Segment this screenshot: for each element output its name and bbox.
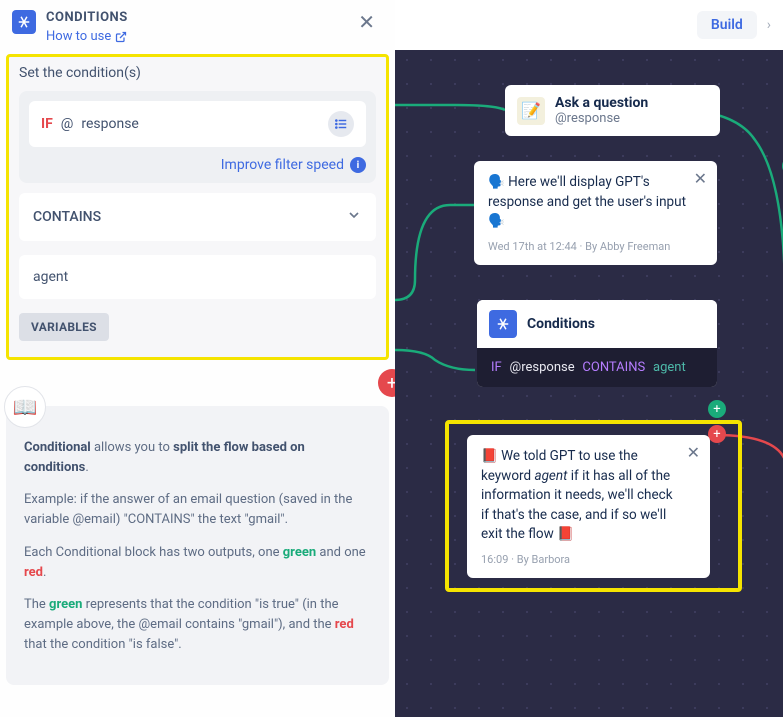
comment-node-1[interactable]: ✕ 🗣️ Here we'll display GPT's response a…: [474, 161, 717, 265]
comment-node-2[interactable]: ✕ 📕 We told GPT to use the keyword agent…: [467, 435, 710, 578]
chevron-down-icon: [346, 207, 362, 227]
close-icon[interactable]: ✕: [687, 443, 700, 462]
connector-plus-green-2[interactable]: +: [708, 400, 726, 418]
conditions-node-title: Conditions: [527, 316, 595, 332]
if-variable-row[interactable]: IF @ response: [29, 101, 366, 147]
book-icon: 📖: [4, 386, 46, 428]
close-button[interactable]: ✕: [354, 10, 379, 34]
panel-header: CONDITIONS How to use ✕: [0, 0, 395, 54]
sidebar: CONDITIONS How to use ✕ Set the conditio…: [0, 0, 395, 717]
top-toolbar: Build ›: [395, 0, 783, 50]
panel-title: CONDITIONS: [46, 10, 344, 25]
build-button[interactable]: Build: [697, 11, 757, 39]
conditions-icon: [12, 10, 36, 34]
chevron-right-icon[interactable]: ›: [767, 17, 771, 33]
ask-node-title: Ask a question: [555, 95, 708, 111]
list-icon: [334, 117, 348, 131]
comment-1-meta: Wed 17th at 12:44 · By Abby Freeman: [488, 240, 703, 253]
improve-filter-label: Improve filter speed: [221, 157, 344, 173]
help-red-1: red: [24, 565, 43, 580]
code-if: IF: [491, 360, 502, 375]
help-green-1: green: [283, 545, 316, 560]
value-input[interactable]: agent: [19, 255, 376, 299]
variables-button[interactable]: VARIABLES: [19, 313, 109, 341]
operator-select[interactable]: CONTAINS: [19, 193, 376, 241]
help-green-2: green: [49, 597, 82, 612]
if-group: IF @ response Improve filter speed i: [19, 91, 376, 183]
how-to-use-label: How to use: [46, 29, 111, 44]
ask-node-subtitle: @response: [555, 111, 708, 126]
help-panel: Conditional allows you to split the flow…: [6, 406, 389, 685]
info-icon: i: [350, 157, 366, 173]
value-text: agent: [33, 269, 68, 285]
at-symbol: @: [61, 116, 74, 132]
code-val: agent: [653, 360, 686, 375]
if-keyword: IF: [41, 116, 53, 132]
code-op: CONTAINS: [582, 360, 645, 375]
comment-2-meta: 16:09 · By Barbora: [481, 553, 696, 566]
external-link-icon: [115, 31, 127, 43]
variable-menu-button[interactable]: [328, 111, 354, 137]
help-bold-1: Conditional: [24, 440, 91, 455]
close-icon[interactable]: ✕: [694, 169, 707, 188]
conditions-node-icon: [489, 310, 517, 338]
improve-filter-link[interactable]: Improve filter speed i: [29, 157, 366, 173]
ask-question-node[interactable]: 📝 Ask a question @response: [505, 85, 720, 136]
comment-2-text: 📕 We told GPT to use the keyword agent i…: [481, 447, 696, 545]
code-var: @response: [510, 360, 575, 375]
variable-name: response: [81, 116, 320, 132]
variables-button-label: VARIABLES: [31, 320, 97, 334]
condition-editor: Set the condition(s) IF @ response Impro…: [6, 54, 389, 360]
condition-section-label: Set the condition(s): [19, 65, 376, 81]
how-to-use-link[interactable]: How to use: [46, 29, 127, 44]
help-red-2: red: [335, 617, 354, 632]
note-icon: 📝: [517, 97, 545, 125]
conditions-node[interactable]: Conditions IF @response CONTAINS agent: [477, 300, 717, 387]
help-example: Example: if the answer of an email quest…: [24, 490, 371, 530]
help-section: 📖 Conditional allows you to split the fl…: [0, 370, 395, 717]
flow-canvas[interactable]: Build › 📝 Ask a question @response + ✕ 🗣…: [395, 0, 783, 717]
operator-label: CONTAINS: [33, 209, 101, 225]
conditions-node-body: IF @response CONTAINS agent: [477, 348, 717, 387]
comment-1-text: 🗣️ Here we'll display GPT's response and…: [488, 173, 703, 232]
